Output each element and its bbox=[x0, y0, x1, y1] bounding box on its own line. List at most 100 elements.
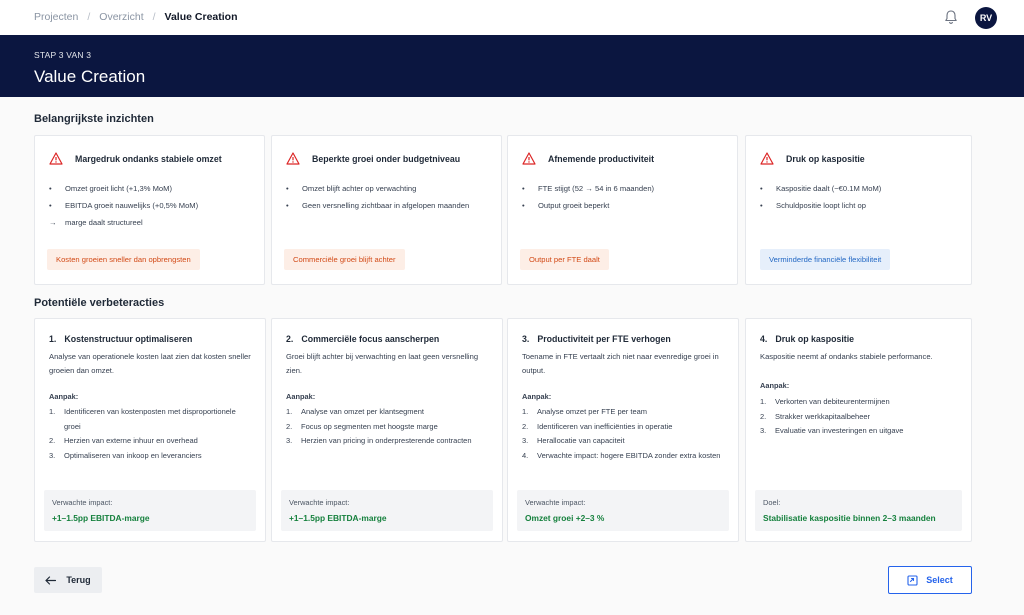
bullet-text: Geen versnelling zichtbaar in afgelopen … bbox=[302, 201, 470, 210]
step-number: 2. bbox=[49, 436, 56, 445]
list-item: • Geen versnelling zichtbaar in afgelopen… bbox=[286, 197, 469, 214]
insight-header: Druk op kaspositie bbox=[760, 152, 865, 165]
step-number: 1. bbox=[49, 407, 56, 416]
list-item: 3. Evaluatie van investeringen en uitgave bbox=[760, 424, 960, 439]
select-button-label: Select bbox=[926, 575, 953, 585]
insight-header: Afnemende productiviteit bbox=[522, 152, 654, 165]
list-item: • Output groeit beperkt bbox=[522, 197, 654, 214]
insight-title: Beperkte groei onder budgetniveau bbox=[312, 153, 461, 164]
list-item: 2. Herzien van externe inhuur en overhead bbox=[49, 434, 249, 449]
goal-label: Doel: bbox=[763, 498, 781, 507]
action-card: 4. Druk op kaspositie Kaspositie neemt af… bbox=[745, 318, 972, 542]
insight-header: Margedruk ondanks stabiele omzet bbox=[49, 152, 222, 165]
step-number: 3. bbox=[49, 450, 56, 460]
arrow-left-icon bbox=[45, 575, 57, 585]
insight-card: Afnemende productiviteit • FTE stijgt (52… bbox=[507, 135, 738, 285]
insight-bullets: • Omzet groeit licht (+1,3% MoM) • EBITDA … bbox=[49, 180, 198, 231]
step-number: 1. bbox=[522, 407, 529, 416]
bullet-text: Kaspositie daalt (−€0.1M MoM) bbox=[776, 184, 882, 193]
action-description: Analyse van operationele kosten laat zie… bbox=[49, 352, 251, 375]
insight-header: Beperkte groei onder budgetniveau bbox=[286, 152, 460, 165]
step-number: 2. bbox=[522, 421, 529, 431]
page-header: STAP 3 VAN 3 Value Creation bbox=[0, 35, 1024, 97]
insight-tag: Output per FTE daalt bbox=[520, 249, 609, 270]
step-number: 3. bbox=[760, 426, 767, 435]
bullet: • bbox=[522, 184, 525, 193]
list-item: 3. Optimaliseren van inkoop en leverancie… bbox=[49, 449, 249, 464]
breadcrumb-overzicht[interactable]: Overzicht bbox=[99, 11, 143, 23]
breadcrumb-projecten[interactable]: Projecten bbox=[34, 11, 78, 23]
approach-label: Aanpak: bbox=[286, 392, 316, 401]
step-text: Optimaliseren van inkoop en leveranciers bbox=[64, 450, 202, 460]
actions-heading: Potentiële verbeteracties bbox=[34, 297, 165, 309]
bullet-text: marge daalt structureel bbox=[65, 218, 143, 227]
goal-box: Doel: Stabilisatie kaspositie binnen 2–3… bbox=[755, 490, 962, 531]
action-description: Toename in FTE vertaalt zich niet naar e… bbox=[522, 352, 719, 375]
list-item: 1. Analyse omzet per FTE per team bbox=[522, 405, 722, 420]
list-item: 1. Verkorten van debiteurentermijnen bbox=[760, 395, 960, 410]
list-item: • Kaspositie daalt (−€0.1M MoM) bbox=[760, 180, 881, 197]
breadcrumb-separator: / bbox=[152, 11, 156, 23]
select-button[interactable]: Select bbox=[888, 566, 972, 594]
insight-tag: Commerciële groei blijft achter bbox=[284, 249, 405, 270]
action-card: 3. Productiviteit per FTE verhogen Toenam… bbox=[507, 318, 739, 542]
list-item: • Omzet blijft achter op verwachting bbox=[286, 180, 469, 197]
list-item: 2. Focus op segmenten met hoogste marge bbox=[286, 420, 486, 435]
bullet: • bbox=[760, 184, 763, 193]
insight-bullets: • FTE stijgt (52 → 54 in 6 maanden) • Outp… bbox=[522, 180, 654, 214]
avatar[interactable]: RV bbox=[975, 7, 997, 29]
step-text: Analyse van omzet per klantsegment bbox=[301, 407, 424, 416]
impact-label: Verwachte impact: bbox=[289, 498, 350, 507]
step-text: Verwachte impact: hogere EBITDA zonder e… bbox=[537, 450, 721, 460]
breadcrumb-current: Value Creation bbox=[164, 11, 238, 23]
list-item: 2. Strakker werkkapitaalbeheer bbox=[760, 410, 960, 425]
bell-icon[interactable] bbox=[943, 9, 959, 25]
step-number: 1. bbox=[286, 407, 293, 416]
list-item: 3. Herallocatie van capaciteit bbox=[522, 434, 722, 449]
step-text: Identificeren van inefficiënties in oper… bbox=[537, 421, 673, 431]
action-title-text: Commerciële focus aanscherpen bbox=[301, 334, 440, 344]
action-number: 1. bbox=[49, 334, 57, 344]
action-number: 2. bbox=[286, 334, 294, 344]
action-title: 3. Productiviteit per FTE verhogen bbox=[522, 334, 671, 344]
impact-value: +1–1.5pp EBITDA-marge bbox=[52, 513, 150, 523]
action-title: 1. Kostenstructuur optimaliseren bbox=[49, 334, 192, 344]
bullet-text: FTE stijgt (52 → 54 in 6 maanden) bbox=[538, 184, 655, 193]
approach-steps: 1. Identificeren van kostenposten met dis… bbox=[49, 405, 249, 463]
warning-triangle-icon bbox=[760, 152, 774, 165]
bullet: • bbox=[286, 184, 289, 193]
approach-label: Aanpak: bbox=[760, 381, 790, 390]
step-text: Verkorten van debiteurentermijnen bbox=[775, 397, 890, 406]
goal-value: Stabilisatie kaspositie binnen 2–3 maand… bbox=[763, 513, 936, 523]
step-text: Herallocatie van capaciteit bbox=[537, 436, 625, 445]
action-card: 2. Commerciële focus aanscherpen Groei bl… bbox=[271, 318, 503, 542]
impact-box: Verwachte impact: +1–1.5pp EBITDA-marge bbox=[44, 490, 256, 531]
bullet: • bbox=[49, 184, 52, 193]
action-title: 2. Commerciële focus aanscherpen bbox=[286, 334, 439, 344]
impact-box: Verwachte impact: Omzet groei +2–3 % bbox=[517, 490, 729, 531]
action-card: 1. Kostenstructuur optimaliseren Analyse … bbox=[34, 318, 266, 542]
step-text: Focus op segmenten met hoogste marge bbox=[301, 421, 438, 431]
action-number: 3. bbox=[522, 334, 530, 344]
list-item: 2. Identificeren van inefficiënties in op… bbox=[522, 420, 722, 435]
warning-triangle-icon bbox=[49, 152, 63, 165]
action-title-text: Productiviteit per FTE verhogen bbox=[537, 334, 671, 344]
action-description: Groei blijft achter bij verwachting en l… bbox=[286, 352, 479, 375]
insight-card: Druk op kaspositie • Kaspositie daalt (−€… bbox=[745, 135, 972, 285]
list-item: • EBITDA groeit nauwelijks (+0,5% MoM) bbox=[49, 197, 198, 214]
list-item: • Schuldpositie loopt licht op bbox=[760, 197, 881, 214]
back-button[interactable]: Terug bbox=[34, 567, 102, 593]
impact-box: Verwachte impact: +1–1.5pp EBITDA-marge bbox=[281, 490, 493, 531]
action-title-text: Kostenstructuur optimaliseren bbox=[64, 334, 193, 344]
step-text: Herzien van pricing in onderpresterende … bbox=[301, 436, 472, 445]
arrow-bullet: → bbox=[49, 218, 57, 227]
insight-card: Beperkte groei onder budgetniveau • Omzet… bbox=[271, 135, 502, 285]
list-item: 3. Herzien van pricing in onderpresterend… bbox=[286, 434, 486, 449]
list-item: → marge daalt structureel bbox=[49, 214, 198, 231]
warning-triangle-icon bbox=[522, 152, 536, 165]
bullet: • bbox=[49, 201, 52, 210]
list-item: 1. Analyse van omzet per klantsegment bbox=[286, 405, 486, 420]
approach-steps: 1. Verkorten van debiteurentermijnen 2. St… bbox=[760, 395, 960, 439]
page-title: Value Creation bbox=[34, 67, 146, 86]
impact-label: Verwachte impact: bbox=[52, 498, 113, 507]
